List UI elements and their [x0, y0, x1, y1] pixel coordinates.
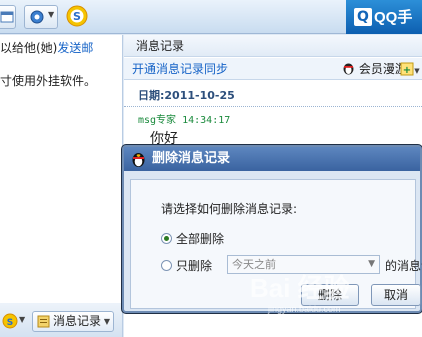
svg-text:S: S [7, 318, 13, 328]
message-sender: msg专家 [138, 115, 177, 126]
qq-logo-icon: Q [354, 8, 372, 26]
left-info-line2: 寸使用外挂软件。 [0, 74, 97, 88]
chevron-down-icon: ▼ [48, 10, 55, 19]
message-header: msg专家 14:34:17 [138, 111, 230, 126]
date-range-select[interactable]: 今天之前 ▼ [227, 255, 380, 274]
gear-icon [30, 10, 44, 24]
send-mail-link[interactable]: 发送邮 [57, 41, 93, 55]
message-record-label: 消息记录 [53, 314, 102, 328]
left-info-line1: 以给他(她)发送邮 [0, 39, 93, 56]
date-row: 日期:2011-10-25 [124, 85, 422, 107]
delete-history-dialog: 删除消息记录 请选择如何删除消息记录: 全部删除 只删除 今天之前 ▼ 的消息记… [122, 145, 422, 313]
left-info-text-a: 以给他(她) [0, 41, 58, 55]
dialog-title-bar: 删除消息记录 [124, 147, 420, 171]
chat-bottom-bar: S ▼ 消息记录 ▼ [0, 303, 123, 337]
top-toolbar: ▼ S Q QQ手 [0, 0, 422, 34]
radio-delete-all[interactable] [161, 233, 172, 244]
chevron-down-icon: ▼ [103, 317, 110, 326]
sogou-button[interactable]: S [66, 5, 90, 29]
chevron-down-icon: ▼ [368, 259, 375, 269]
option-delete-only[interactable]: 只删除 [161, 257, 212, 274]
dialog-prompt: 请选择如何删除消息记录: [161, 202, 298, 216]
svg-text:S: S [73, 10, 81, 23]
option-delete-all[interactable]: 全部删除 [161, 230, 224, 247]
message-record-button[interactable]: 消息记录 ▼ [32, 311, 114, 332]
settings-button[interactable]: ▼ [24, 5, 58, 29]
svg-text:▼: ▼ [414, 67, 420, 75]
date-value: 2011-10-25 [164, 89, 235, 102]
dialog-body: 请选择如何删除消息记录: 全部删除 只删除 今天之前 ▼ 的消息记 删除 取消 [130, 179, 422, 309]
dialog-title: 删除消息记录 [152, 151, 231, 166]
option-delete-all-label: 全部删除 [176, 232, 225, 246]
history-subbar: 开通消息记录同步 会员漫游 + ▼ [124, 58, 422, 80]
qq-banner: Q QQ手 [346, 0, 422, 34]
record-icon [37, 315, 50, 328]
dialog-suffix-text: 的消息记 [385, 259, 422, 273]
window-icon [0, 11, 14, 23]
sogou-small-icon[interactable]: S [2, 313, 18, 329]
svg-text:+: + [403, 65, 411, 76]
qq-banner-text: QQ手 [374, 9, 413, 26]
sync-link[interactable]: 开通消息记录同步 [132, 58, 228, 80]
date-label: 日期: [138, 89, 165, 102]
penguin-icon [343, 63, 354, 75]
delete-button[interactable]: 删除 [301, 284, 359, 306]
radio-delete-only[interactable] [161, 260, 172, 271]
cancel-button[interactable]: 取消 [371, 284, 421, 306]
vip-roam-button[interactable]: 会员漫游 [342, 58, 407, 80]
window-button[interactable] [0, 5, 16, 29]
left-info-panel: 以给他(她)发送邮 寸使用外挂软件。 [0, 35, 123, 303]
history-title: 消息记录 [124, 35, 422, 57]
chevron-down-icon[interactable]: ▼ [19, 315, 25, 324]
sogou-icon: S [66, 5, 88, 27]
penguin-icon [132, 153, 145, 167]
add-icon[interactable]: + ▼ [400, 61, 420, 77]
option-delete-only-label: 只删除 [176, 259, 213, 273]
message-time: 14:34:17 [182, 115, 231, 126]
date-range-value: 今天之前 [232, 258, 276, 271]
